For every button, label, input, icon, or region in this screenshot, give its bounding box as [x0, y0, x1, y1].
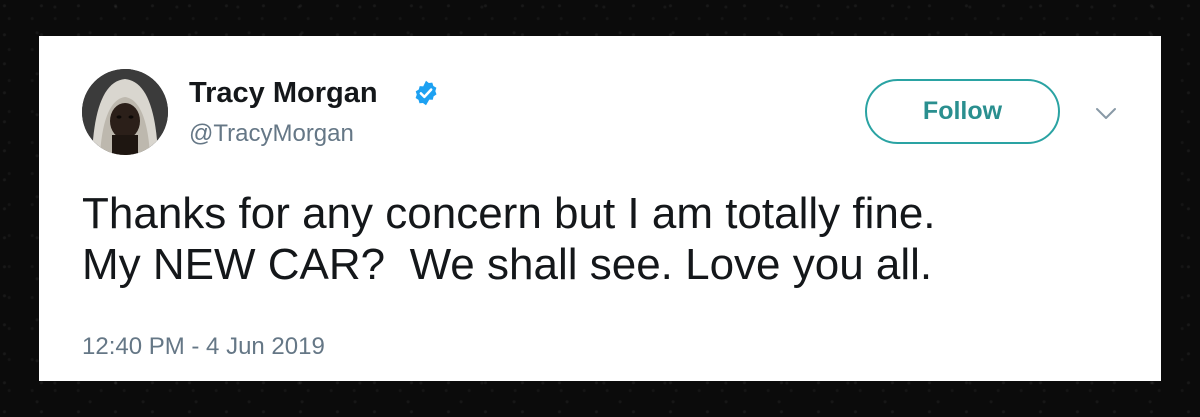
tweet-card: Tracy Morgan @TracyMorgan Follow Thanks … — [39, 36, 1161, 381]
verified-badge-icon — [415, 80, 437, 106]
tweet-text-line: Thanks for any concern but I am totally … — [82, 189, 936, 238]
tweet-text-line: My NEW CAR? We shall see. Love you all. — [82, 240, 933, 289]
avatar[interactable] — [82, 69, 168, 155]
chevron-down-icon[interactable] — [1094, 106, 1118, 122]
tweet-timestamp[interactable]: 12:40 PM - 4 Jun 2019 — [82, 333, 325, 361]
person-avatar-icon — [82, 69, 168, 155]
tweet-text: Thanks for any concern but I am totally … — [82, 188, 1132, 290]
follow-button[interactable]: Follow — [865, 79, 1060, 144]
author-name[interactable]: Tracy Morgan — [189, 76, 378, 110]
author-handle[interactable]: @TracyMorgan — [189, 119, 354, 149]
